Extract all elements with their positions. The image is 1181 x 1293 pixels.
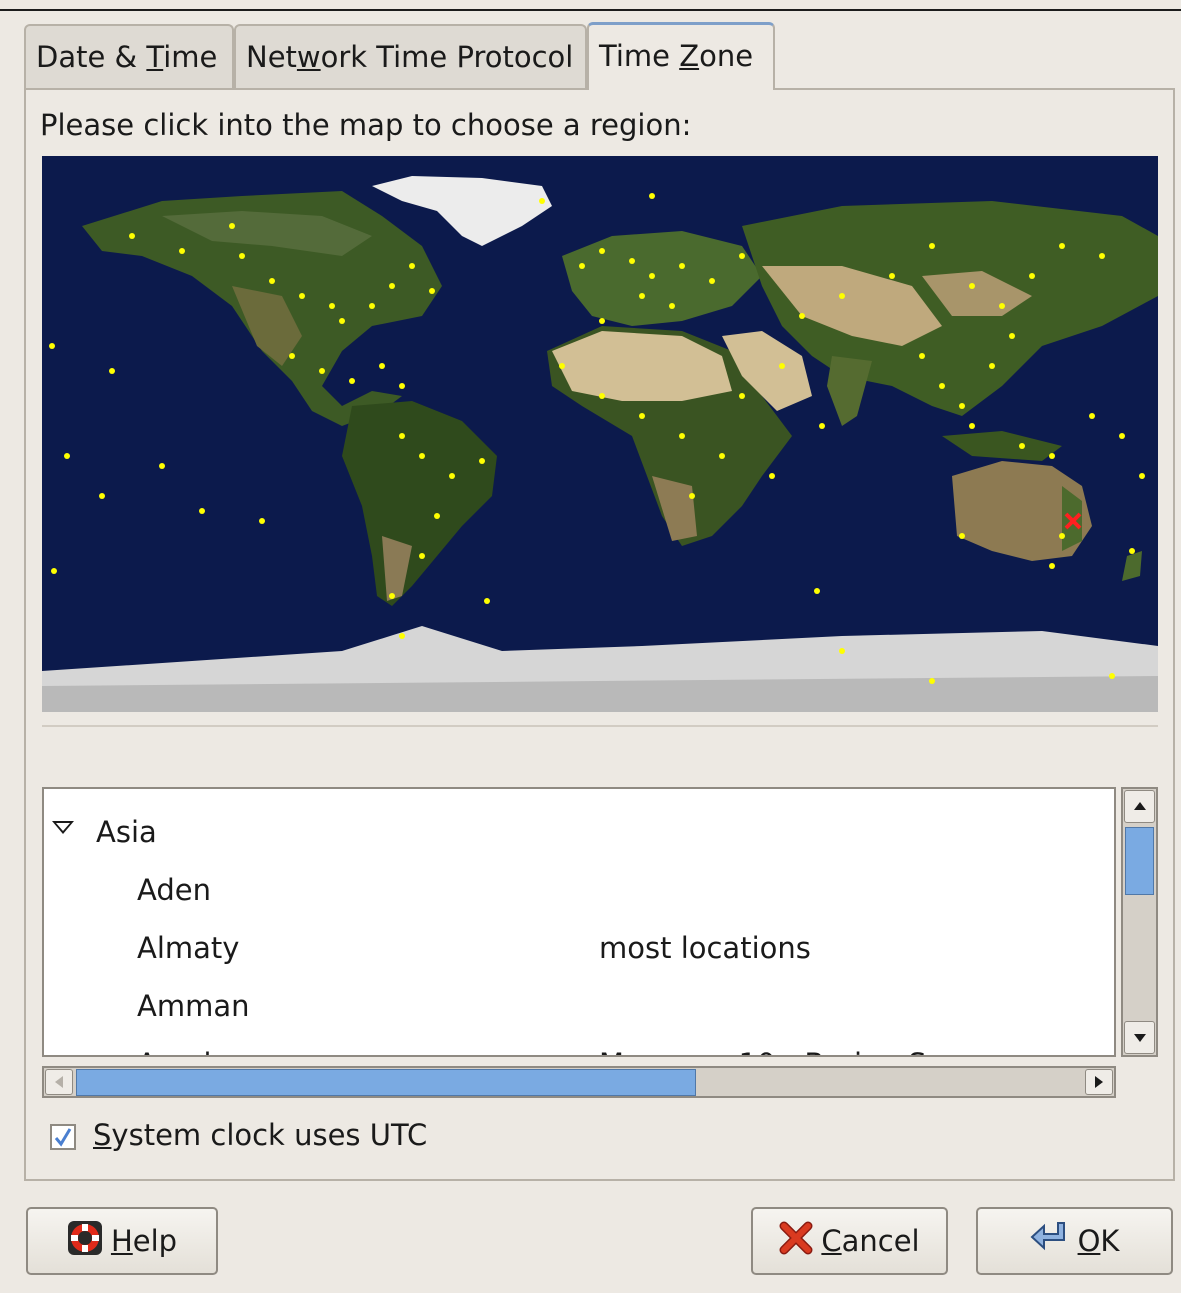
button-label-part: elp — [132, 1224, 178, 1258]
utc-checkbox-label[interactable]: System clock uses UTC — [93, 1118, 427, 1152]
list-item[interactable]: Aden — [44, 861, 1114, 919]
utc-checkbox[interactable] — [50, 1124, 76, 1150]
ok-return-arrow-icon — [1030, 1220, 1070, 1263]
map-separator — [42, 725, 1158, 727]
scroll-up-button[interactable] — [1124, 790, 1155, 823]
tab-time-zone[interactable]: Time Zone — [587, 22, 775, 90]
arrow-left-icon — [55, 1076, 63, 1088]
arrow-right-icon — [1095, 1076, 1103, 1088]
city-name: Amman — [137, 989, 250, 1023]
expander-triangle-icon[interactable] — [52, 821, 74, 834]
map-instruction: Please click into the map to choose a re… — [40, 108, 692, 142]
list-group-row[interactable]: Asia — [44, 803, 1114, 861]
timezone-list[interactable]: Asia Aden Almaty most locations Amman An… — [42, 787, 1116, 1057]
cancel-x-icon — [779, 1221, 813, 1262]
tz-comment: Moscow+10 - Bering Sea — [599, 1035, 962, 1055]
tab-label-part: ork Time Protocol — [320, 40, 574, 74]
checkmark-icon — [54, 1128, 72, 1147]
button-mnemonic: O — [1077, 1224, 1101, 1258]
help-button[interactable]: Help — [26, 1207, 218, 1275]
tab-label-part: Time — [599, 39, 680, 73]
window-top-border — [0, 9, 1181, 11]
group-name: Asia — [96, 815, 157, 849]
arrow-up-icon — [1133, 802, 1146, 810]
tab-network-time-protocol[interactable]: Network Time Protocol — [234, 24, 587, 88]
horizontal-scrollbar[interactable] — [42, 1066, 1116, 1098]
vertical-scrollbar[interactable] — [1121, 787, 1158, 1057]
scroll-right-button[interactable] — [1085, 1069, 1113, 1095]
vertical-scroll-thumb[interactable] — [1125, 827, 1154, 895]
button-mnemonic: C — [821, 1224, 842, 1258]
label-mnemonic: S — [93, 1118, 112, 1152]
city-name: Aden — [137, 873, 211, 907]
tab-label-part: Date & — [36, 40, 147, 74]
tab-label-part: one — [699, 39, 754, 73]
ok-button[interactable]: OK — [976, 1207, 1173, 1275]
list-item[interactable]: Amman — [44, 977, 1114, 1035]
label-part: ystem clock uses UTC — [111, 1118, 428, 1152]
list-item[interactable]: Almaty most locations — [44, 919, 1114, 977]
button-label-part: K — [1100, 1224, 1120, 1258]
button-label-part: ancel — [841, 1224, 920, 1258]
world-map[interactable] — [42, 156, 1158, 712]
tab-mnemonic: T — [146, 40, 164, 74]
tab-label-part: Net — [246, 40, 297, 74]
arrow-down-icon — [1133, 1034, 1146, 1042]
help-lifebuoy-icon — [67, 1220, 103, 1263]
world-map-image — [42, 176, 1158, 712]
tab-date-time[interactable]: Date & Time — [24, 24, 234, 88]
tab-mnemonic: w — [296, 40, 321, 74]
horizontal-scroll-thumb[interactable] — [76, 1069, 696, 1096]
tz-comment: most locations — [599, 931, 811, 965]
list-item[interactable]: Anadyr Moscow+10 - Bering Sea — [44, 1035, 1114, 1055]
scroll-left-button[interactable] — [45, 1069, 73, 1095]
city-name: Almaty — [137, 931, 240, 965]
cancel-button[interactable]: Cancel — [751, 1207, 948, 1275]
button-mnemonic: H — [110, 1224, 133, 1258]
city-name: Anadyr — [137, 1035, 240, 1055]
tab-mnemonic: Z — [679, 39, 700, 73]
tab-label-part: ime — [163, 40, 218, 74]
scroll-down-button[interactable] — [1124, 1021, 1155, 1054]
